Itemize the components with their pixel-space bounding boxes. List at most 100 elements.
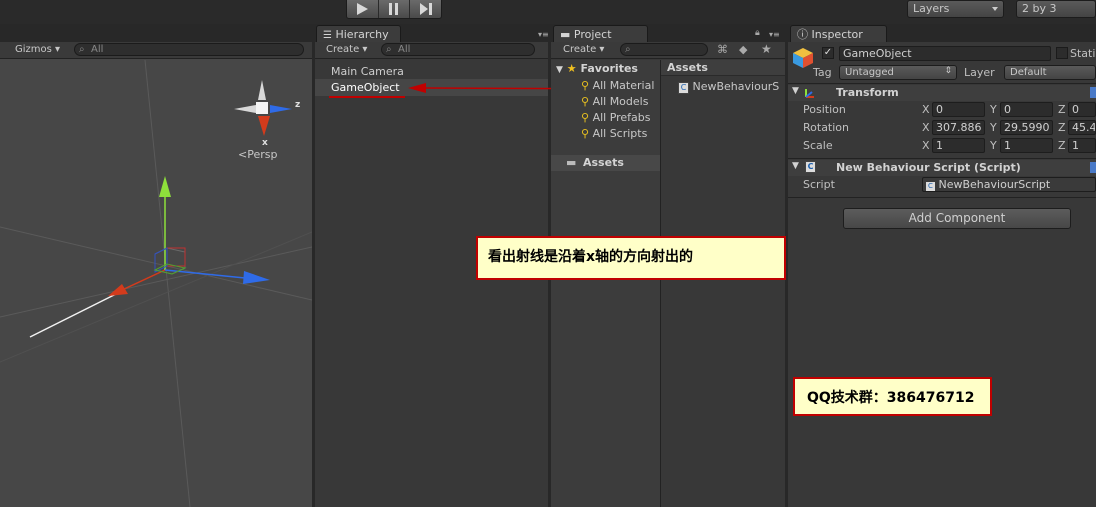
- help-icon[interactable]: [1090, 87, 1096, 98]
- favorites-header[interactable]: ▼ ★ Favorites: [556, 62, 638, 75]
- field-value: 1: [1072, 139, 1079, 152]
- divider: [788, 158, 1096, 159]
- scene-view[interactable]: z x <Persp: [0, 42, 312, 507]
- expand-arrow-icon: ▼: [792, 161, 799, 171]
- info-icon: ⓘ: [797, 28, 808, 41]
- assets-tree-row[interactable]: ▬ Assets: [551, 155, 660, 171]
- layer-value: Default: [1010, 67, 1047, 78]
- position-x-field[interactable]: 0: [932, 102, 985, 117]
- tag-value: Untagged: [845, 67, 894, 78]
- field-value: 1: [936, 139, 943, 152]
- favorites-list: ⚲ All Material ⚲ All Models ⚲ All Prefab…: [581, 78, 654, 142]
- transform-icon: [805, 89, 814, 98]
- persp-text: Persp: [247, 148, 278, 161]
- favorite-item-all-scripts[interactable]: ⚲ All Scripts: [581, 126, 654, 142]
- list-icon: ☰: [323, 30, 332, 41]
- ray-note-callout: 看出射线是沿着x轴的方向射出的: [476, 236, 786, 280]
- qq-note-callout: QQ技术群：386476712: [793, 377, 992, 416]
- favorite-label: All Scripts: [592, 127, 648, 140]
- ray-note-text: 看出射线是沿着x轴的方向射出的: [488, 249, 694, 265]
- favorite-label: All Models: [592, 95, 649, 108]
- hierarchy-create-button[interactable]: Create ▾: [326, 44, 367, 55]
- script-icon: C: [678, 82, 689, 94]
- favorite-item-all-prefabs[interactable]: ⚲ All Prefabs: [581, 110, 654, 126]
- field-value: 45.4: [1072, 121, 1096, 134]
- divider: [788, 83, 1096, 84]
- field-value: 0: [936, 103, 943, 116]
- project-create-button[interactable]: Create ▾: [563, 44, 604, 55]
- active-checkbox[interactable]: ✓: [822, 47, 834, 59]
- layer-label: Layer: [964, 66, 995, 79]
- layout-dropdown[interactable]: 2 by 3: [1016, 0, 1096, 18]
- static-checkbox[interactable]: [1056, 47, 1068, 59]
- pause-button[interactable]: [379, 0, 411, 18]
- tag-icon[interactable]: ◆: [739, 43, 747, 56]
- hierarchy-menu-icon[interactable]: ▾≡: [538, 30, 549, 39]
- position-z-field[interactable]: 0: [1068, 102, 1096, 117]
- transform-header[interactable]: ▼ Transform: [788, 85, 1096, 101]
- field-value: 1: [1004, 139, 1011, 152]
- position-label: Position: [803, 103, 846, 116]
- folder-icon: ▬: [566, 156, 577, 169]
- play-button[interactable]: [347, 0, 379, 18]
- hierarchy-toolbar: Create ▾ ⌕ All: [315, 42, 548, 59]
- unity-editor: Layers 2 by 3 z x <Persp Gizmos ▾ ⌕ All …: [0, 0, 1096, 507]
- hierarchy-search-placeholder: All: [398, 44, 411, 55]
- field-value: 29.5990: [1004, 121, 1050, 134]
- hierarchy-create-label: Create: [326, 44, 360, 55]
- persp-icon: <: [238, 148, 248, 161]
- project-search-input[interactable]: ⌕: [620, 43, 708, 56]
- search-icon: ⌕: [79, 44, 85, 55]
- chevron-down-icon: [992, 7, 998, 11]
- hierarchy-item-main-camera[interactable]: Main Camera: [331, 65, 404, 78]
- qq-note-text: QQ技术群：386476712: [807, 390, 975, 406]
- tab-project-label: Project: [573, 28, 612, 41]
- hierarchy-item-label: GameObject: [331, 81, 400, 94]
- orientation-gizmo[interactable]: [230, 78, 310, 148]
- scale-z-field[interactable]: 1: [1068, 138, 1096, 153]
- favorite-item-all-material[interactable]: ⚲ All Material: [581, 78, 654, 94]
- favorite-item-all-models[interactable]: ⚲ All Models: [581, 94, 654, 110]
- hierarchy-item-gameobject[interactable]: GameObject: [331, 81, 400, 94]
- scene-search-input[interactable]: ⌕ All: [74, 43, 304, 56]
- tag-dropdown[interactable]: Untagged ⇕: [839, 65, 957, 80]
- persp-label[interactable]: <Persp: [238, 148, 277, 161]
- axis-y-label: Y: [990, 121, 997, 134]
- script-component-header[interactable]: ▼ C New Behaviour Script (Script): [788, 160, 1096, 176]
- scale-label: Scale: [803, 139, 833, 152]
- step-button[interactable]: [410, 0, 441, 18]
- star-icon[interactable]: ★: [761, 42, 772, 56]
- layers-dropdown[interactable]: Layers: [907, 0, 1004, 18]
- rotation-y-field[interactable]: 29.5990: [1000, 120, 1053, 135]
- hierarchy-item-label: Main Camera: [331, 65, 404, 78]
- add-component-button[interactable]: Add Component: [843, 208, 1071, 229]
- project-menu-icon[interactable]: ▾≡: [769, 30, 780, 39]
- object-name-field[interactable]: GameObject: [839, 46, 1051, 61]
- add-component-label: Add Component: [908, 211, 1006, 225]
- gizmo-x-label: x: [262, 138, 268, 148]
- scale-y-field[interactable]: 1: [1000, 138, 1053, 153]
- help-icon[interactable]: [1090, 162, 1096, 173]
- layers-dropdown-label: Layers: [913, 2, 950, 15]
- filter-type-icon[interactable]: ⌘: [717, 43, 728, 56]
- field-value: 307.886: [936, 121, 982, 134]
- gizmos-dropdown[interactable]: Gizmos ▾: [15, 44, 60, 55]
- lock-icon[interactable]: 🔒︎: [755, 28, 760, 38]
- search-icon: ⌕: [386, 44, 392, 55]
- rotation-x-field[interactable]: 307.886: [932, 120, 985, 135]
- pause-icon: [389, 3, 398, 15]
- project-divider: [660, 60, 661, 507]
- hierarchy-search-input[interactable]: ⌕ All: [381, 43, 535, 56]
- scale-x-field[interactable]: 1: [932, 138, 985, 153]
- playback-controls: [346, 0, 442, 19]
- position-y-field[interactable]: 0: [1000, 102, 1053, 117]
- asset-item-newbehaviour[interactable]: C NewBehaviourS: [678, 80, 785, 94]
- search-icon: ⚲: [581, 127, 590, 140]
- axis-z-label: Z: [1058, 139, 1066, 152]
- rotation-z-field[interactable]: 45.4: [1068, 120, 1096, 135]
- script-field[interactable]: C NewBehaviourScript: [922, 177, 1096, 192]
- assets-header-bar: Assets: [661, 60, 785, 76]
- layer-dropdown[interactable]: Default: [1004, 65, 1096, 80]
- axis-z-label: Z: [1058, 103, 1066, 116]
- transform-title: Transform: [836, 86, 899, 99]
